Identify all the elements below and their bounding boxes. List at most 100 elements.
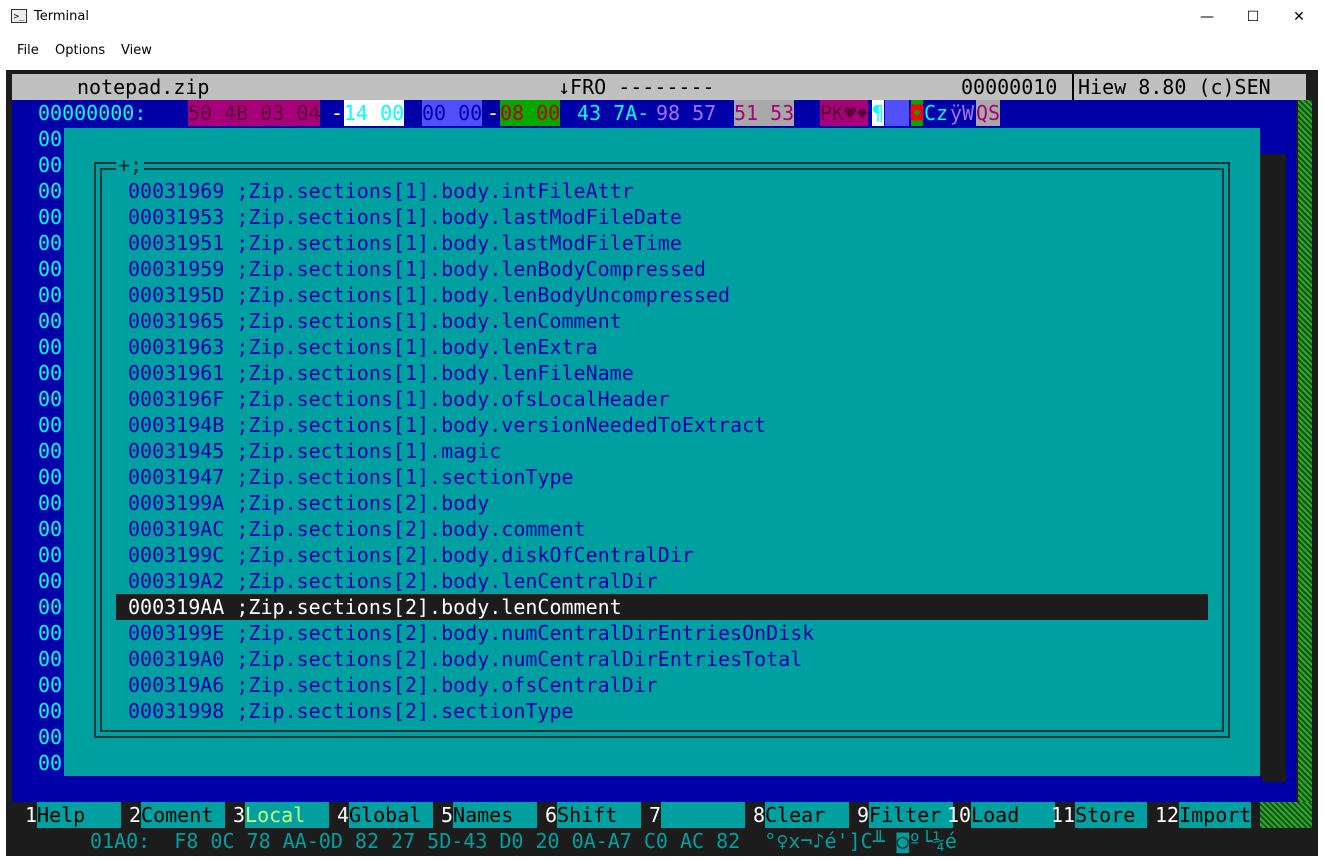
entry-name: ;Zip.sections[1].body.versionNeededToExt… — [236, 413, 767, 437]
fkey-label — [661, 802, 746, 828]
fkey-number: 4 — [337, 803, 350, 827]
entry-name: ;Zip.sections[2].body.ofsCentralDir — [236, 673, 658, 697]
list-item[interactable]: 00031965 ;Zip.sections[1].body.lenCommen… — [116, 308, 1208, 334]
hex-row-address-stub: 00 — [38, 465, 63, 489]
list-item[interactable]: 00031959 ;Zip.sections[1].body.lenBodyCo… — [116, 256, 1208, 282]
fkey-label: Global — [349, 802, 434, 828]
list-item[interactable]: 0003199E ;Zip.sections[2].body.numCentra… — [116, 620, 1208, 646]
hex-row-address-stub: 00 — [38, 439, 63, 463]
terminal-app-icon: >_ — [11, 9, 27, 23]
entry-name: ;Zip.sections[1].body.lenBodyUncompresse… — [236, 283, 731, 307]
list-item[interactable]: 00031947 ;Zip.sections[1].sectionType — [116, 464, 1208, 490]
bookmarks-popup[interactable]: +; 00031969 ;Zip.sections[1].body.intFil… — [64, 128, 1260, 778]
hex-byte-group[interactable] — [409, 100, 422, 126]
fkey-number: 9 — [857, 803, 870, 827]
fkey-1[interactable]: 1Help — [25, 802, 122, 828]
hex-ascii-group[interactable]: Cz — [924, 100, 949, 126]
close-button[interactable]: ✕ — [1276, 0, 1322, 34]
fkey-number: 2 — [129, 803, 142, 827]
list-item[interactable]: 0003196F ;Zip.sections[1].body.ofsLocalH… — [116, 386, 1208, 412]
maximize-button[interactable]: ☐ — [1230, 0, 1276, 34]
menu-file[interactable]: File — [17, 43, 39, 58]
hex-row-address-stub: 00 — [38, 569, 63, 593]
entry-separator — [224, 179, 236, 203]
list-item[interactable]: 00031998 ;Zip.sections[2].sectionType — [116, 698, 1208, 724]
hex-ascii-group[interactable]: PK♥♦ — [820, 100, 869, 126]
list-item[interactable]: 000319AC ;Zip.sections[2].body.comment — [116, 516, 1208, 542]
fkey-11[interactable]: 11Store — [1051, 802, 1148, 828]
list-item[interactable]: 00031951 ;Zip.sections[1].body.lastModFi… — [116, 230, 1208, 256]
hex-byte-group[interactable]: 51 53 — [734, 100, 795, 126]
hex-row-address-stub: 00 — [38, 725, 63, 749]
entry-address: 00031947 — [128, 465, 225, 489]
fkey-4[interactable]: 4Global — [337, 802, 434, 828]
names-list[interactable]: 00031969 ;Zip.sections[1].body.intFileAt… — [116, 178, 1208, 724]
fkey-7[interactable]: 7 — [649, 802, 746, 828]
entry-address: 000319A0 — [128, 647, 225, 671]
entry-name: ;Zip.sections[2].body.lenComment — [236, 595, 622, 619]
hex-ascii-group[interactable]: QS — [976, 100, 1001, 126]
window-titlebar: >_ Terminal — ☐ ✕ — [0, 0, 1324, 34]
vertical-scrollbar[interactable] — [1298, 100, 1312, 802]
hex-byte-group[interactable]: 50 4B 03 04 — [188, 100, 321, 126]
hex-byte-group[interactable]: 14 00 — [344, 100, 405, 126]
hex-byte-group[interactable]: 43 7A- — [565, 100, 650, 126]
list-item[interactable]: 000319A2 ;Zip.sections[2].body.lenCentra… — [116, 568, 1208, 594]
hex-row-0[interactable]: 00000000: 50 4B 03 04-14 00 00 00-08 00 … — [12, 100, 1296, 126]
hex-byte-group[interactable]: - — [487, 100, 500, 126]
entry-name: ;Zip.sections[1].body.ofsLocalHeader — [236, 387, 670, 411]
popup-title: +; — [116, 152, 145, 178]
fkey-10[interactable]: 10Load — [947, 802, 1056, 828]
fkey-12[interactable]: 12Import — [1155, 802, 1252, 828]
fkey-8[interactable]: 8Clear — [753, 802, 850, 828]
list-item[interactable]: 000319A6 ;Zip.sections[2].body.ofsCentra… — [116, 672, 1208, 698]
list-item[interactable]: 00031963 ;Zip.sections[1].body.lenExtra — [116, 334, 1208, 360]
minimize-button[interactable]: — — [1184, 0, 1230, 34]
terminal-viewport[interactable]: notepad.zip ↓FRO -------- 00000010 Hiew … — [6, 70, 1318, 856]
hex-row-address-stub: 00 — [38, 647, 63, 671]
entry-address: 000319AA — [128, 595, 225, 619]
fkey-2[interactable]: 2Coment — [129, 802, 226, 828]
list-item[interactable]: 00031953 ;Zip.sections[1].body.lastModFi… — [116, 204, 1208, 230]
hex-byte-group[interactable] — [799, 100, 812, 126]
hex-byte-group[interactable]: 08 00 — [500, 100, 561, 126]
fkey-3[interactable]: 3Local — [233, 802, 330, 828]
fkey-5[interactable]: 5Names — [441, 802, 538, 828]
entry-separator — [224, 621, 236, 645]
entry-separator — [224, 335, 236, 359]
entry-address: 00031963 — [128, 335, 225, 359]
hex-ascii-group[interactable]: ¶ — [872, 100, 885, 126]
hex-ascii-group[interactable] — [885, 100, 910, 126]
list-item[interactable]: 00031945 ;Zip.sections[1].magic — [116, 438, 1208, 464]
entry-address: 00031945 — [128, 439, 225, 463]
menu-options[interactable]: Options — [55, 43, 105, 58]
hex-ascii-group[interactable]: ÿW — [950, 100, 975, 126]
fkey-number: 10 — [947, 803, 972, 827]
menu-bar: File Options View — [0, 34, 1324, 68]
hex-byte-group[interactable]: 00 00 — [422, 100, 483, 126]
hex-row-bottom[interactable]: 0000 01A0: F8 0C 78 AA-0D 82 27 5D-43 D0… — [12, 776, 1262, 853]
entry-address: 00031961 — [128, 361, 225, 385]
list-item[interactable]: 0003195D ;Zip.sections[1].body.lenBodyUn… — [116, 282, 1208, 308]
hex-byte-group[interactable]: - — [331, 100, 344, 126]
entry-separator — [224, 413, 236, 437]
list-item[interactable]: 000319A0 ;Zip.sections[2].body.numCentra… — [116, 646, 1208, 672]
entry-separator — [224, 465, 236, 489]
menu-view[interactable]: View — [121, 43, 152, 58]
list-item[interactable]: 0003199A ;Zip.sections[2].body — [116, 490, 1208, 516]
list-item[interactable]: 00031969 ;Zip.sections[1].body.intFileAt… — [116, 178, 1208, 204]
hex-byte-group[interactable] — [721, 100, 734, 126]
entry-name: ;Zip.sections[2].sectionType — [236, 699, 574, 723]
list-item-selected[interactable]: 000319AA ;Zip.sections[2].body.lenCommen… — [116, 594, 1208, 620]
list-item[interactable]: 00031961 ;Zip.sections[1].body.lenFileNa… — [116, 360, 1208, 386]
fkey-9[interactable]: 9Filter — [857, 802, 954, 828]
hex-ascii-group[interactable]: ◘ — [911, 100, 924, 126]
hex-byte-group[interactable]: 98 57 — [656, 100, 717, 126]
fkey-number: 1 — [25, 803, 38, 827]
list-item[interactable]: 0003194B ;Zip.sections[1].body.versionNe… — [116, 412, 1208, 438]
fkey-number: 5 — [441, 803, 454, 827]
entry-name: ;Zip.sections[1].body.lenBodyCompressed — [236, 257, 706, 281]
fkey-6[interactable]: 6Shift — [545, 802, 642, 828]
fkey-number: 11 — [1051, 803, 1076, 827]
list-item[interactable]: 0003199C ;Zip.sections[2].body.diskOfCen… — [116, 542, 1208, 568]
